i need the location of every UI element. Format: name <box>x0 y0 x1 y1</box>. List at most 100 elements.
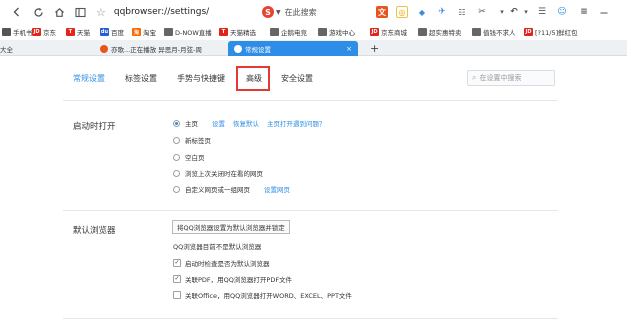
default-browser-option[interactable]: ✓ 关联PDF，用QQ浏览器打开PDF文件 <box>173 274 292 284</box>
home-icon[interactable] <box>51 4 67 20</box>
bookmark-label: 京东商城 <box>381 29 407 37</box>
minimize-icon[interactable]: — <box>598 6 610 18</box>
default-browser-section-title: 默认浏览器 <box>73 226 116 236</box>
radio-button[interactable] <box>173 153 180 161</box>
default-browser-status: QQ浏览器目前不是默认浏览器 <box>173 243 262 251</box>
radio-button[interactable] <box>173 185 180 193</box>
chevron-down-icon[interactable]: ▼ <box>276 9 281 16</box>
startup-option[interactable]: 新标签页 <box>173 135 211 145</box>
extension-icon-1[interactable]: 文 <box>376 6 388 18</box>
bookmark-item[interactable]: JD [?11/5]鲜红包 <box>524 27 578 37</box>
bookmark-favicon-icon <box>164 28 173 36</box>
divider <box>63 210 558 211</box>
sidebar-toggle-icon[interactable] <box>72 4 88 20</box>
bookmark-item[interactable]: 企鹅电竞 <box>270 27 307 37</box>
set-default-browser-button[interactable]: 将QQ浏览器设置为默认浏览器并锁定 <box>172 220 290 234</box>
bookmark-favicon-icon: du <box>100 28 109 36</box>
undo-dropdown-icon[interactable]: ▾ <box>520 6 532 18</box>
default-browser-option[interactable]: 关联Office，用QQ浏览器打开WORD、EXCEL、PPT文件 <box>173 290 352 300</box>
close-tab-icon[interactable]: × <box>346 45 352 53</box>
startup-section-title: 启动时打开 <box>73 122 116 132</box>
bookmark-favicon-icon: T <box>219 28 228 36</box>
hamburger-menu-icon[interactable]: ☰ <box>536 6 548 18</box>
search-placeholder: 在此搜索 <box>284 7 317 17</box>
extension-icon-3[interactable]: ◆ <box>416 6 428 18</box>
bookmark-item[interactable]: 值钱不求人 <box>472 27 516 37</box>
startup-option-link[interactable]: 设置网页 <box>264 184 290 194</box>
settings-search-placeholder: 在设置中搜索 <box>479 74 522 82</box>
bookmark-favicon-icon <box>318 28 327 36</box>
bookmark-favicon-icon <box>418 28 427 36</box>
default-browser-option[interactable]: ✓ 启动时检查是否为默认浏览器 <box>173 258 270 268</box>
startup-option[interactable]: 浏览上次关闭时在看的网页 <box>173 168 263 178</box>
checkbox-icon[interactable] <box>173 291 181 299</box>
bookmark-item[interactable]: 游戏中心 <box>318 27 355 37</box>
startup-option[interactable]: 自定义网页或一组网页 设置网页 <box>173 184 290 194</box>
radio-button[interactable] <box>173 136 180 144</box>
radio-button[interactable] <box>173 169 180 177</box>
settings-tab-1[interactable]: 标签设置 <box>125 73 157 84</box>
bookmark-favicon-icon <box>472 28 481 36</box>
bookmark-item[interactable]: T 天猫 <box>66 27 90 37</box>
startup-option[interactable]: 主页 设置 恢复默认 主页打开遇到问题？ <box>173 118 326 128</box>
new-tab-button[interactable]: + <box>370 41 379 56</box>
checkbox-checked-icon[interactable]: ✓ <box>173 275 181 283</box>
startup-option-label: 空白页 <box>185 154 205 162</box>
address-text: qqbrowser://settings/ <box>113 7 210 17</box>
bookmark-item[interactable]: T 天猫精选 <box>219 27 256 37</box>
settings-tab-icon <box>234 44 242 53</box>
bookmark-favicon-icon <box>2 28 11 36</box>
refresh-icon[interactable] <box>30 4 46 20</box>
bookmark-item[interactable]: du 百度 <box>100 27 124 37</box>
bookmark-favicon-icon: JD <box>32 28 41 36</box>
bookmark-label: 游戏中心 <box>329 29 355 37</box>
user-icon[interactable]: ☺ <box>556 6 568 18</box>
bookmark-label: D-NOW直播 <box>175 29 212 37</box>
checkbox-checked-icon[interactable]: ✓ <box>173 259 181 267</box>
search-box[interactable]: S ▼ 在此搜索 <box>262 5 317 19</box>
bookmark-label: 淘宝 <box>143 29 156 37</box>
tab-partial[interactable]: 大全 <box>0 41 20 56</box>
music-tab-icon <box>100 44 108 53</box>
nav-bar: ☆ qqbrowser://settings/ S ▼ 在此搜索 文 ◎ ◆ ✈… <box>0 0 627 24</box>
back-icon[interactable] <box>9 4 25 20</box>
settings-tab-0[interactable]: 常规设置 <box>73 73 105 84</box>
bookmark-label: [?11/5]鲜红包 <box>535 29 578 37</box>
menu-icon[interactable]: ≡ <box>578 6 590 18</box>
bookmark-item[interactable]: JD 京东商城 <box>370 27 407 37</box>
highlight-box <box>236 66 270 91</box>
bookmark-item[interactable]: JD 京东 <box>32 27 56 37</box>
tab-settings[interactable]: 常规设置 × <box>228 41 358 56</box>
undo-icon[interactable]: ↶ <box>508 6 520 18</box>
tab-music[interactable]: 亦歌...正在播放 异思月-月弦-周 <box>100 41 224 56</box>
grid-icon[interactable]: ☷ <box>456 6 468 18</box>
startup-option-link[interactable]: 恢复默认 <box>233 118 259 128</box>
bookmark-item[interactable]: 超实惠特卖 <box>418 27 462 37</box>
divider <box>63 100 558 101</box>
tab-strip: 大全 亦歌...正在播放 异思月-月弦-周 常规设置 × + <box>0 40 627 56</box>
radio-button[interactable] <box>173 119 180 127</box>
startup-option[interactable]: 空白页 <box>173 152 205 162</box>
bookmark-label: 值钱不求人 <box>483 29 516 37</box>
scissors-dropdown-icon[interactable]: ▾ <box>496 6 508 18</box>
bookmark-star-icon[interactable]: ☆ <box>96 6 106 19</box>
bird-icon[interactable]: ✈ <box>436 6 448 18</box>
settings-tab-2[interactable]: 手势与快捷键 <box>177 73 225 84</box>
startup-option-link[interactable]: 主页打开遇到问题？ <box>267 118 326 128</box>
startup-option-label: 浏览上次关闭时在看的网页 <box>185 170 263 178</box>
search-engine-icon[interactable]: S <box>262 6 274 18</box>
bookmark-label: 百度 <box>111 29 124 37</box>
settings-search-input[interactable]: ⌕ 在设置中搜索 <box>467 70 555 86</box>
tab-partial-title: 大全 <box>0 45 13 54</box>
startup-option-link[interactable]: 设置 <box>212 118 225 128</box>
extension-icon-2[interactable]: ◎ <box>396 6 408 18</box>
settings-tab-4[interactable]: 安全设置 <box>281 73 313 84</box>
bookmark-item[interactable]: 淘淘宝 <box>132 27 156 37</box>
scissors-icon[interactable]: ✂ <box>476 6 488 18</box>
bookmark-label: 天猫 <box>77 29 90 37</box>
bookmark-item[interactable]: D-NOW直播 <box>164 27 212 37</box>
bookmarks-bar: 手机书签 JD 京东 T 天猫 du 百度淘淘宝 D-NOW直播 T 天猫精选 企鹅电竞 游戏中心 JD… <box>0 24 627 40</box>
settings-page: 常规设置 标签设置 手势与快捷键 高级 安全设置 ⌕ 在设置中搜索 启动时打开 主页 设置… <box>0 56 627 327</box>
address-bar[interactable]: ☆ qqbrowser://settings/ <box>96 3 256 21</box>
search-icon: ⌕ <box>472 73 477 82</box>
